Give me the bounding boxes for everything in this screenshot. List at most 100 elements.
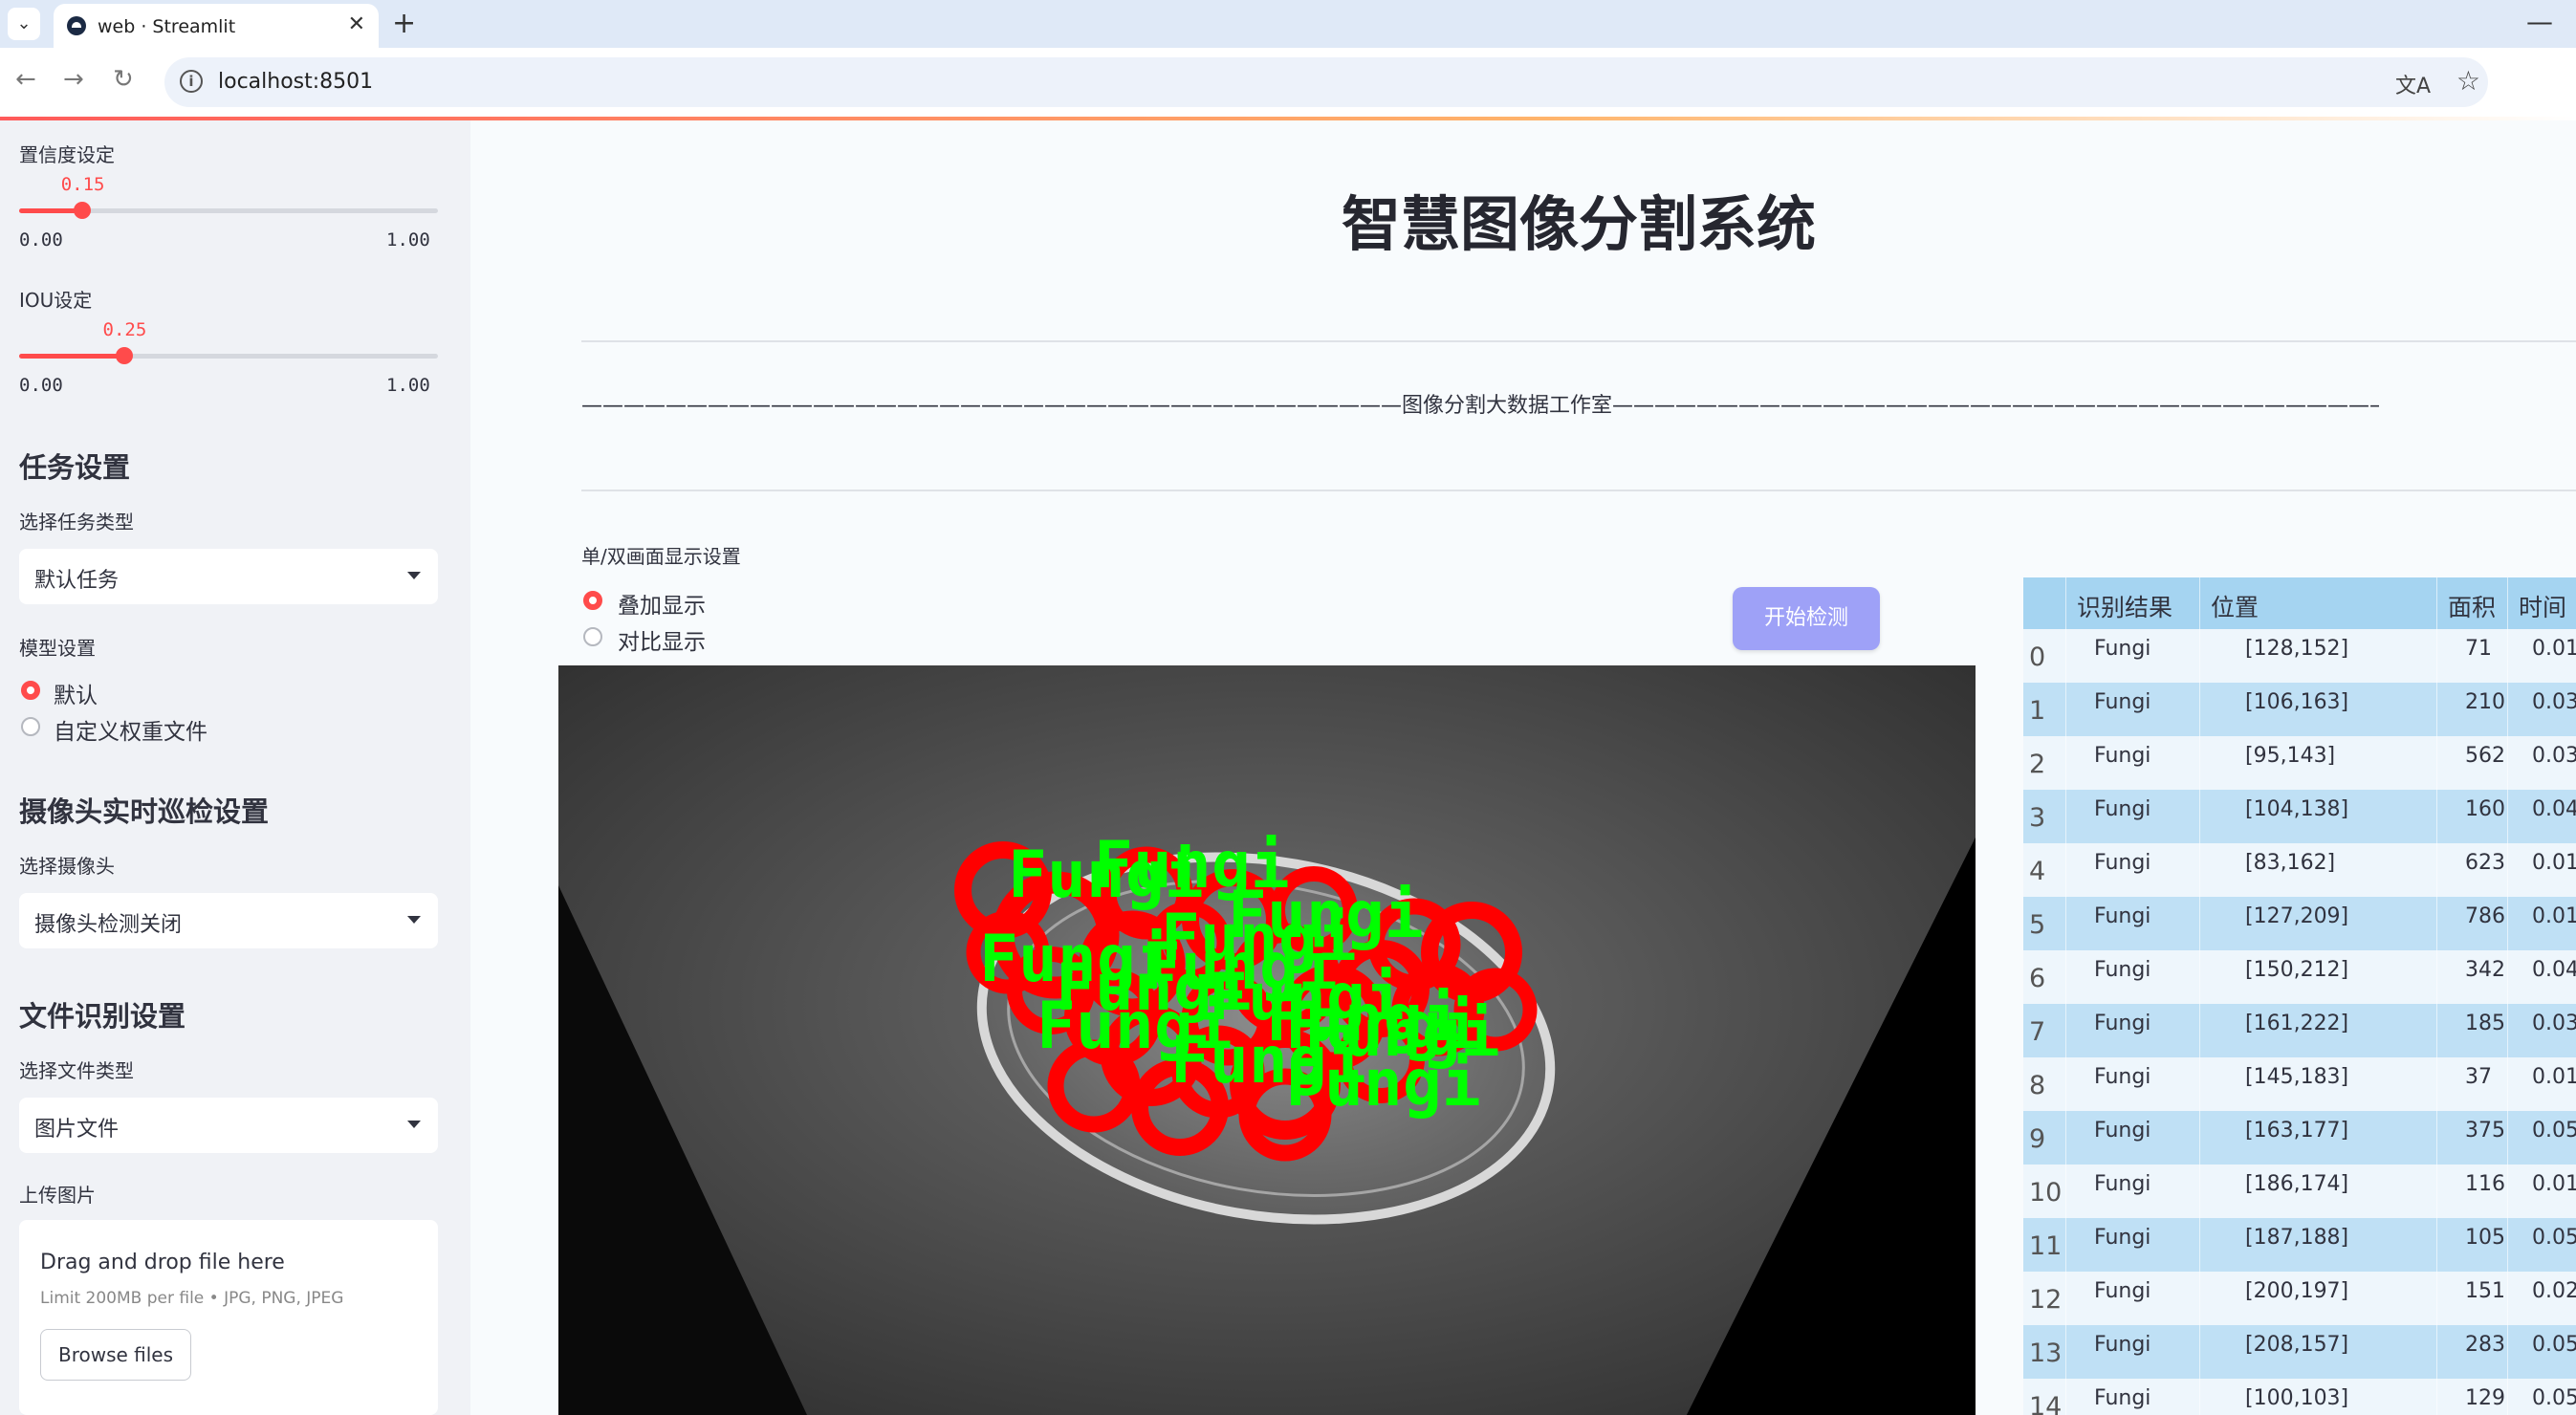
header-position[interactable]: 位置 xyxy=(2211,589,2259,623)
translate-icon[interactable]: 文A xyxy=(2395,69,2431,99)
row-time: 0.03 xyxy=(2532,690,2576,714)
divider xyxy=(581,340,2576,342)
table-header: 识别结果 位置 面积 时间 xyxy=(2023,577,2576,629)
overlay-display-label[interactable]: 叠加显示 xyxy=(618,587,706,620)
row-position: [127,209] xyxy=(2245,904,2349,928)
row-time: 0.01 xyxy=(2532,1172,2576,1196)
row-result: Fungi xyxy=(2094,1065,2151,1089)
row-area: 185 xyxy=(2465,1012,2505,1035)
row-area: 342 xyxy=(2465,958,2505,982)
site-info-icon[interactable]: i xyxy=(180,70,203,93)
table-row[interactable]: 1 Fungi [106,163] 210 0.03 xyxy=(2023,683,2576,736)
reload-icon[interactable]: ↻ xyxy=(113,65,134,94)
compare-display-label[interactable]: 对比显示 xyxy=(618,623,706,656)
file-type-label: 选择文件类型 xyxy=(19,1059,134,1082)
confidence-label: 置信度设定 xyxy=(19,143,115,166)
back-arrow-icon[interactable]: ← xyxy=(15,65,36,94)
model-default-radio[interactable] xyxy=(21,681,40,700)
file-dropzone[interactable]: Drag and drop file here Limit 200MB per … xyxy=(19,1220,438,1415)
camera-select-label: 选择摄像头 xyxy=(19,855,115,878)
table-row[interactable]: 10 Fungi [186,174] 116 0.01 xyxy=(2023,1165,2576,1218)
table-row[interactable]: 0 Fungi [128,152] 71 0.01 xyxy=(2023,629,2576,683)
minimize-window-icon[interactable]: — xyxy=(2526,6,2553,37)
task-type-select[interactable]: 默认任务 xyxy=(19,549,438,604)
browse-files-button[interactable]: Browse files xyxy=(40,1329,191,1381)
address-bar[interactable]: i localhost:8501 文A ☆ xyxy=(164,57,2488,107)
browser-tab[interactable]: web · Streamlit ✕ xyxy=(54,4,379,48)
row-index: 11 xyxy=(2029,1231,2063,1261)
main-content: 智慧图像分割系统 ———————————————————————————————… xyxy=(470,120,2576,1415)
bookmark-star-icon[interactable]: ☆ xyxy=(2456,65,2480,97)
confidence-slider[interactable] xyxy=(19,202,438,219)
row-time: 0.03 xyxy=(2532,1012,2576,1035)
row-result: Fungi xyxy=(2094,744,2151,768)
row-index: 12 xyxy=(2029,1285,2063,1315)
row-result: Fungi xyxy=(2094,851,2151,875)
row-time: 0.01 xyxy=(2532,637,2576,661)
camera-select[interactable]: 摄像头检测关闭 xyxy=(19,893,438,948)
table-row[interactable]: 3 Fungi [104,138] 160 0.04 xyxy=(2023,790,2576,843)
header-area[interactable]: 面积 xyxy=(2448,589,2496,623)
row-time: 0.02 xyxy=(2532,1279,2576,1303)
row-time: 0.05 xyxy=(2532,1226,2576,1250)
model-custom-radio[interactable] xyxy=(21,717,40,736)
new-tab-icon[interactable]: + xyxy=(392,8,416,40)
row-index: 13 xyxy=(2029,1339,2063,1368)
table-row[interactable]: 6 Fungi [150,212] 342 0.04 xyxy=(2023,950,2576,1004)
camera-settings-heading: 摄像头实时巡检设置 xyxy=(19,795,270,828)
row-position: [95,143] xyxy=(2245,744,2336,768)
model-custom-label[interactable]: 自定义权重文件 xyxy=(54,713,207,746)
browser-toolbar: ← → ↻ i localhost:8501 文A ☆ xyxy=(0,48,2576,117)
tab-search-menu-icon[interactable]: ⌄ xyxy=(8,8,40,40)
url-text[interactable]: localhost:8501 xyxy=(218,70,373,94)
row-result: Fungi xyxy=(2094,1333,2151,1357)
close-tab-icon[interactable]: ✕ xyxy=(348,12,365,36)
confidence-value: 0.15 xyxy=(60,174,105,195)
row-result: Fungi xyxy=(2094,1119,2151,1143)
row-time: 0.05 xyxy=(2532,1333,2576,1357)
row-position: [100,103] xyxy=(2245,1386,2349,1410)
row-index: 7 xyxy=(2029,1017,2046,1047)
row-area: 129 xyxy=(2465,1386,2505,1410)
row-time: 0.01 xyxy=(2532,1065,2576,1089)
table-row[interactable]: 9 Fungi [163,177] 375 0.05 xyxy=(2023,1111,2576,1165)
fungi-label: Fungi xyxy=(1285,1046,1481,1121)
upload-label: 上传图片 xyxy=(19,1184,96,1207)
table-row[interactable]: 11 Fungi [187,188] 105 0.05 xyxy=(2023,1218,2576,1272)
browser-tab-bar: ⌄ web · Streamlit ✕ + — xyxy=(0,0,2576,48)
row-time: 0.04 xyxy=(2532,958,2576,982)
table-row[interactable]: 8 Fungi [145,183] 37 0.01 xyxy=(2023,1057,2576,1111)
confidence-slider-thumb[interactable] xyxy=(73,202,91,219)
row-area: 160 xyxy=(2465,797,2505,821)
row-index: 6 xyxy=(2029,964,2046,993)
file-type-select[interactable]: 图片文件 xyxy=(19,1098,438,1153)
iou-slider[interactable] xyxy=(19,347,438,364)
header-time[interactable]: 时间 xyxy=(2519,589,2566,623)
start-detection-button[interactable]: 开始检测 xyxy=(1733,587,1880,650)
table-row[interactable]: 4 Fungi [83,162] 623 0.01 xyxy=(2023,843,2576,897)
row-index: 4 xyxy=(2029,857,2046,886)
model-settings-label: 模型设置 xyxy=(19,637,96,660)
table-row[interactable]: 2 Fungi [95,143] 562 0.03 xyxy=(2023,736,2576,790)
table-row[interactable]: 5 Fungi [127,209] 786 0.01 xyxy=(2023,897,2576,950)
table-row[interactable]: 12 Fungi [200,197] 151 0.02 xyxy=(2023,1272,2576,1325)
header-result[interactable]: 识别结果 xyxy=(2077,589,2172,623)
row-position: [187,188] xyxy=(2245,1226,2349,1250)
table-row[interactable]: 13 Fungi [208,157] 283 0.05 xyxy=(2023,1325,2576,1379)
row-area: 786 xyxy=(2465,904,2505,928)
overlay-display-radio[interactable] xyxy=(583,591,602,610)
row-position: [145,183] xyxy=(2245,1065,2349,1089)
task-type-value: 默认任务 xyxy=(34,569,120,593)
forward-arrow-icon[interactable]: → xyxy=(63,65,84,94)
table-row[interactable]: 14 Fungi [100,103] 129 0.05 xyxy=(2023,1379,2576,1415)
row-index: 3 xyxy=(2029,803,2046,833)
row-position: [150,212] xyxy=(2245,958,2349,982)
results-table[interactable]: 识别结果 位置 面积 时间 0 Fungi [128,152] 71 0.01 1 Fung… xyxy=(2023,577,2576,1415)
compare-display-radio[interactable] xyxy=(583,627,602,646)
model-default-label[interactable]: 默认 xyxy=(54,677,98,709)
table-row[interactable]: 7 Fungi [161,222] 185 0.03 xyxy=(2023,1004,2576,1057)
iou-slider-thumb[interactable] xyxy=(115,347,133,364)
row-result: Fungi xyxy=(2094,958,2151,982)
row-index: 0 xyxy=(2029,642,2046,672)
row-position: [83,162] xyxy=(2245,851,2336,875)
